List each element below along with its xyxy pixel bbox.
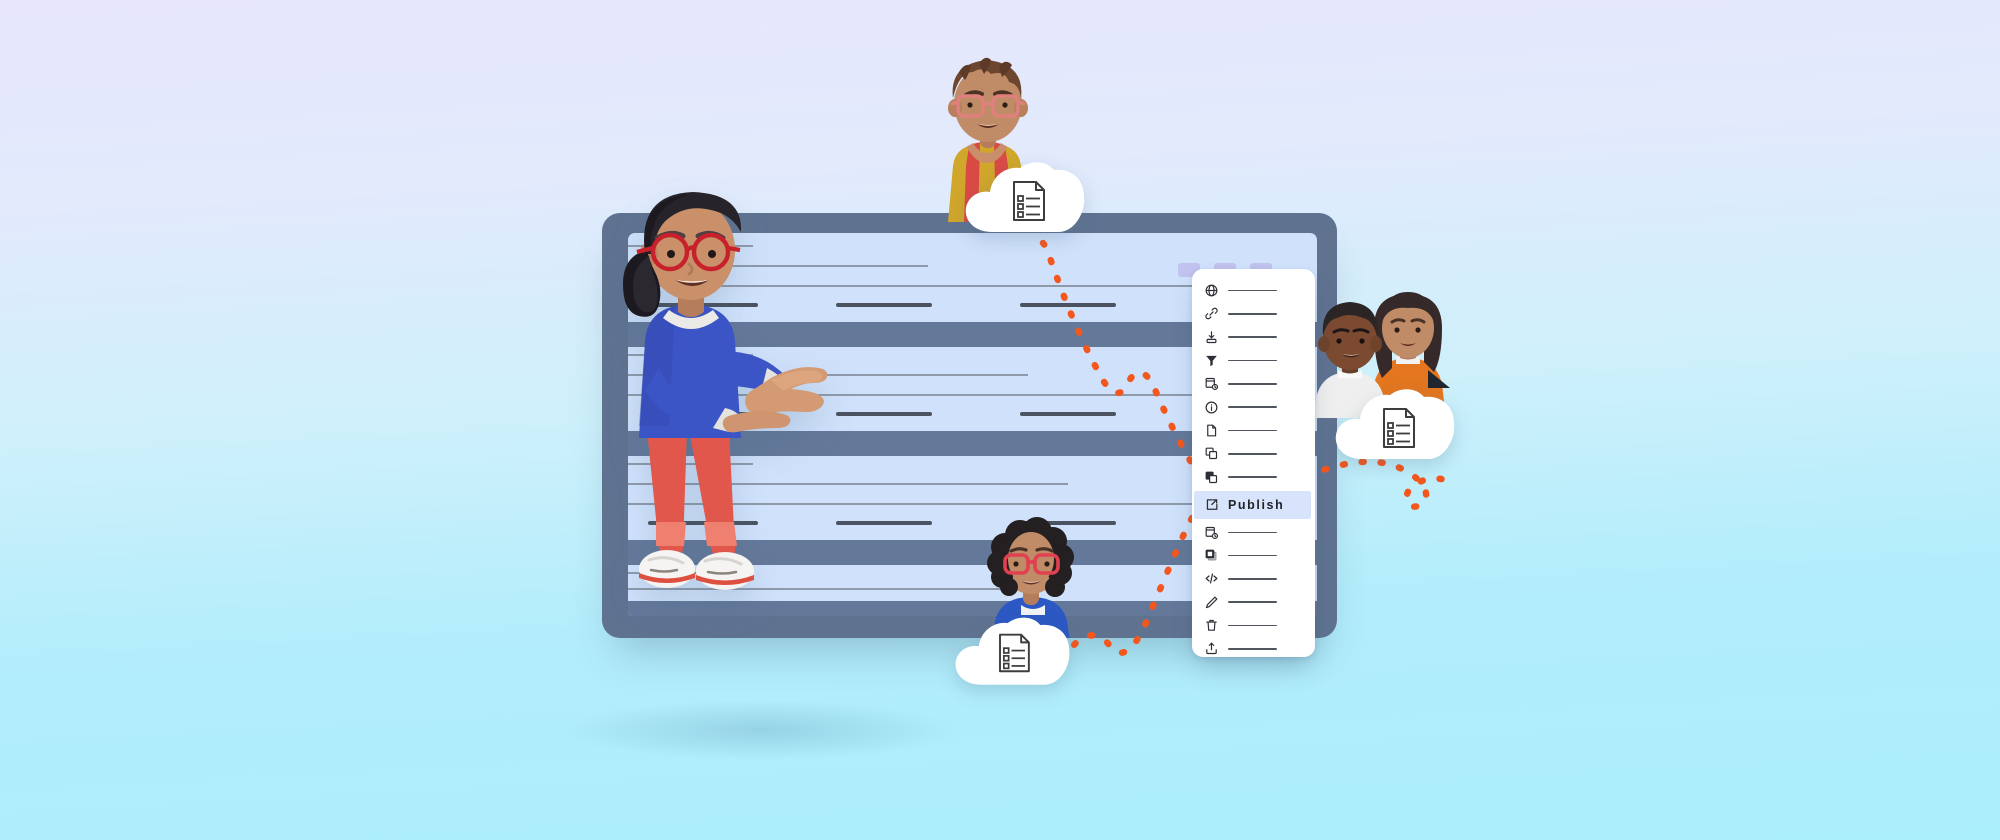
menu-item-window[interactable]: [1192, 544, 1315, 567]
menu-item-label-placeholder: [1228, 406, 1277, 408]
presenter-character: [585, 192, 835, 612]
menu-item-label-placeholder: [1228, 289, 1277, 292]
menu-item-label-placeholder: [1228, 476, 1277, 478]
menu-item-delete[interactable]: [1192, 614, 1315, 637]
menu-item-label-placeholder: [1228, 336, 1277, 339]
cloud-bubble-bottom: [950, 613, 1075, 691]
schedule-icon: [1204, 376, 1219, 391]
menu-item-edit[interactable]: [1192, 591, 1315, 614]
code-icon: [1204, 571, 1219, 586]
link-icon: [1204, 306, 1219, 321]
menu-item-label-placeholder: [1228, 313, 1277, 315]
menu-item-globe[interactable]: [1192, 279, 1315, 302]
pencil-icon: [1204, 595, 1219, 610]
menu-item-schedule[interactable]: [1192, 372, 1315, 395]
floor-shadow: [560, 700, 960, 760]
menu-item-info[interactable]: [1192, 395, 1315, 418]
document-actions-menu[interactable]: Publish: [1192, 269, 1315, 657]
copy-icon: [1204, 446, 1219, 461]
menu-item-label-placeholder: [1228, 624, 1277, 627]
filter-icon: [1204, 353, 1219, 368]
cloud-bubble-right: [1330, 385, 1460, 465]
window-icon: [1204, 548, 1219, 563]
menu-item-copy[interactable]: [1192, 442, 1315, 465]
illustration-stage: Publish: [0, 0, 2000, 840]
trash-icon: [1204, 618, 1219, 633]
menu-item-label-placeholder: [1228, 648, 1277, 650]
menu-item-label-placeholder: [1228, 554, 1277, 557]
menu-item-schedule-2[interactable]: [1192, 521, 1315, 544]
file-export-icon: [1204, 423, 1219, 438]
publish-icon: [1204, 497, 1219, 512]
import-icon: [1204, 330, 1219, 345]
info-icon: [1204, 400, 1219, 415]
menu-item-label-placeholder: [1228, 531, 1277, 534]
menu-item-duplicate[interactable]: [1192, 465, 1315, 488]
menu-item-label-placeholder: [1228, 578, 1277, 580]
menu-item-label-placeholder: [1228, 452, 1277, 455]
menu-item-label-placeholder: [1228, 601, 1277, 603]
menu-item-filter[interactable]: [1192, 349, 1315, 372]
menu-item-file-export[interactable]: [1192, 419, 1315, 442]
menu-item-label-placeholder: [1228, 429, 1277, 432]
menu-item-upload[interactable]: [1192, 637, 1315, 660]
menu-item-code[interactable]: [1192, 567, 1315, 590]
globe-icon: [1204, 283, 1219, 298]
menu-item-label-placeholder: [1228, 383, 1277, 385]
menu-item-import[interactable]: [1192, 326, 1315, 349]
duplicate-icon: [1204, 470, 1219, 485]
menu-item-label-placeholder: [1228, 359, 1277, 362]
menu-item-link[interactable]: [1192, 302, 1315, 325]
menu-item-publish-label: Publish: [1228, 497, 1285, 512]
schedule-icon: [1204, 525, 1219, 540]
upload-icon: [1204, 641, 1219, 656]
menu-item-publish[interactable]: Publish: [1194, 490, 1311, 519]
cloud-bubble-top: [960, 158, 1090, 238]
